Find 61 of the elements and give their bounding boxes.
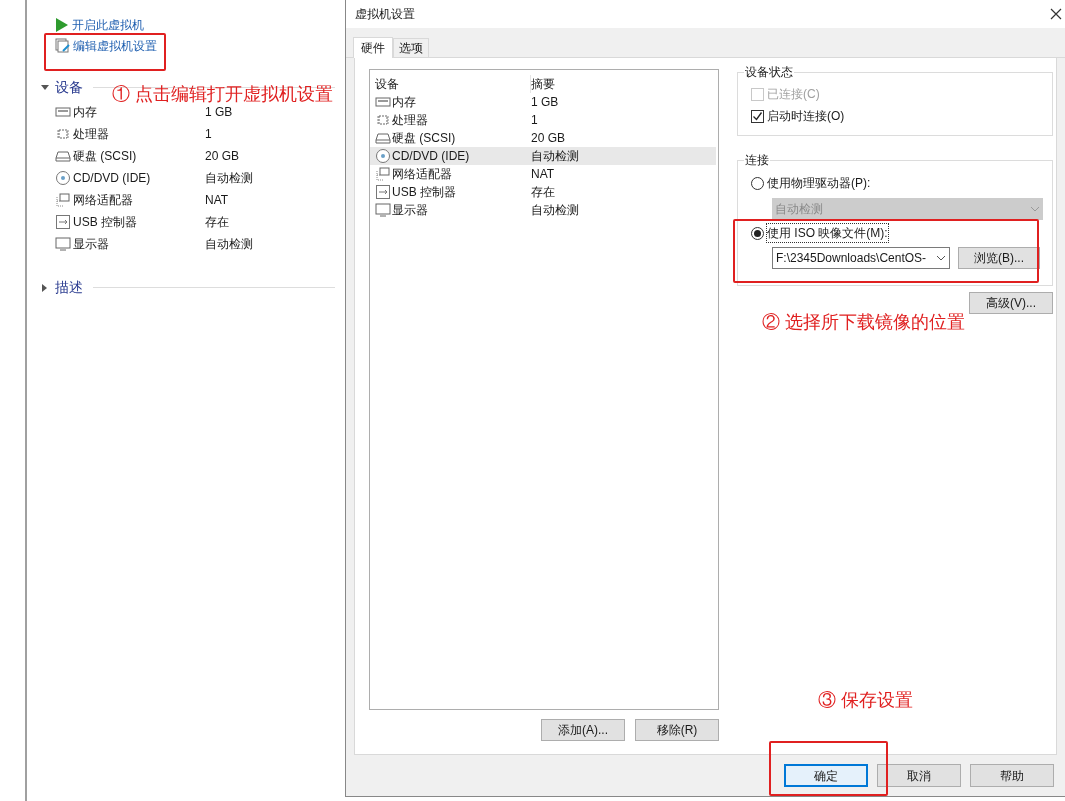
device-name: 硬盘 (SCSI) — [73, 148, 137, 165]
device-name: USB 控制器 — [392, 184, 456, 201]
device-name: 网络适配器 — [73, 192, 133, 209]
group-title: 设备状态 — [744, 64, 794, 80]
section-title[interactable]: 设备 — [55, 77, 83, 98]
device-summary: 自动检测 — [531, 202, 579, 219]
device-row[interactable]: USB 控制器 存在 — [370, 183, 716, 201]
device-name: CD/DVD (IDE) — [392, 148, 470, 165]
device-summary: NAT — [531, 166, 555, 183]
device-row[interactable]: 处理器 1 — [370, 111, 716, 129]
device-summary: 20 GB — [531, 130, 566, 147]
device-name: USB 控制器 — [73, 214, 137, 231]
path-combobox[interactable]: F:\2345Downloads\CentOS- — [772, 247, 950, 269]
checkbox-label: 启动时连接(O) — [767, 108, 845, 125]
device-summary: 20 GB — [205, 148, 240, 165]
list-button[interactable]: 添加(A)... — [541, 719, 625, 741]
column-header[interactable]: 摘要 — [531, 75, 555, 93]
browse-button[interactable]: 浏览(B)... — [958, 247, 1040, 269]
radio-label: 使用 ISO 映像文件(M): — [767, 224, 888, 242]
radio-label: 使用物理驱动器(P): — [767, 175, 871, 192]
device-summary: 1 — [205, 126, 212, 143]
device-name: 硬盘 (SCSI) — [392, 130, 456, 147]
checkbox-label: 已连接(C) — [767, 86, 820, 103]
device-row[interactable]: 网络适配器 NAT — [370, 165, 716, 183]
device-summary: 1 GB — [205, 104, 233, 121]
device-summary: 存在 — [531, 184, 555, 201]
device-name: 内存 — [73, 104, 97, 121]
device-name: 处理器 — [392, 112, 428, 129]
device-row[interactable]: 硬盘 (SCSI) 20 GB — [370, 129, 716, 147]
device-row[interactable]: 内存 1 GB — [370, 93, 716, 111]
dialog-button[interactable]: 帮助 — [970, 764, 1054, 787]
device-name: 显示器 — [392, 202, 428, 219]
device-summary: 存在 — [205, 214, 229, 231]
column-header[interactable]: 设备 — [375, 75, 531, 93]
dialog-button[interactable]: 确定 — [784, 764, 868, 787]
tab[interactable]: 硬件 — [353, 37, 393, 58]
device-name: 显示器 — [73, 236, 109, 253]
list-button[interactable]: 移除(R) — [635, 719, 719, 741]
section-title[interactable]: 描述 — [55, 277, 83, 298]
group-title: 连接 — [744, 152, 770, 168]
annotation-text: ① 点击编辑打开虚拟机设置 — [112, 83, 333, 105]
dialog-button[interactable]: 取消 — [877, 764, 961, 787]
device-name: 内存 — [392, 94, 416, 111]
action-link[interactable]: 编辑虚拟机设置 — [73, 37, 157, 55]
device-row[interactable]: 显示器 自动检测 — [370, 201, 716, 219]
device-summary: 自动检测 — [205, 236, 253, 253]
device-summary: 自动检测 — [205, 170, 253, 187]
device-name: 网络适配器 — [392, 166, 452, 183]
annotation-text: ② 选择所下载镜像的位置 — [762, 311, 965, 333]
device-summary: NAT — [205, 192, 229, 209]
window-title: 虚拟机设置 — [355, 6, 415, 23]
device-name: CD/DVD (IDE) — [73, 170, 151, 187]
advanced-button[interactable]: 高级(V)... — [969, 292, 1053, 314]
device-summary: 自动检测 — [531, 148, 579, 165]
tab[interactable]: 选项 — [393, 38, 429, 57]
device-name: 处理器 — [73, 126, 109, 143]
annotation-text: ③ 保存设置 — [818, 689, 913, 711]
device-row[interactable]: CD/DVD (IDE) 自动检测 — [370, 147, 716, 165]
device-summary: 1 GB — [531, 94, 559, 111]
action-link[interactable]: 开启此虚拟机 — [72, 16, 144, 34]
device-summary: 1 — [531, 112, 538, 129]
